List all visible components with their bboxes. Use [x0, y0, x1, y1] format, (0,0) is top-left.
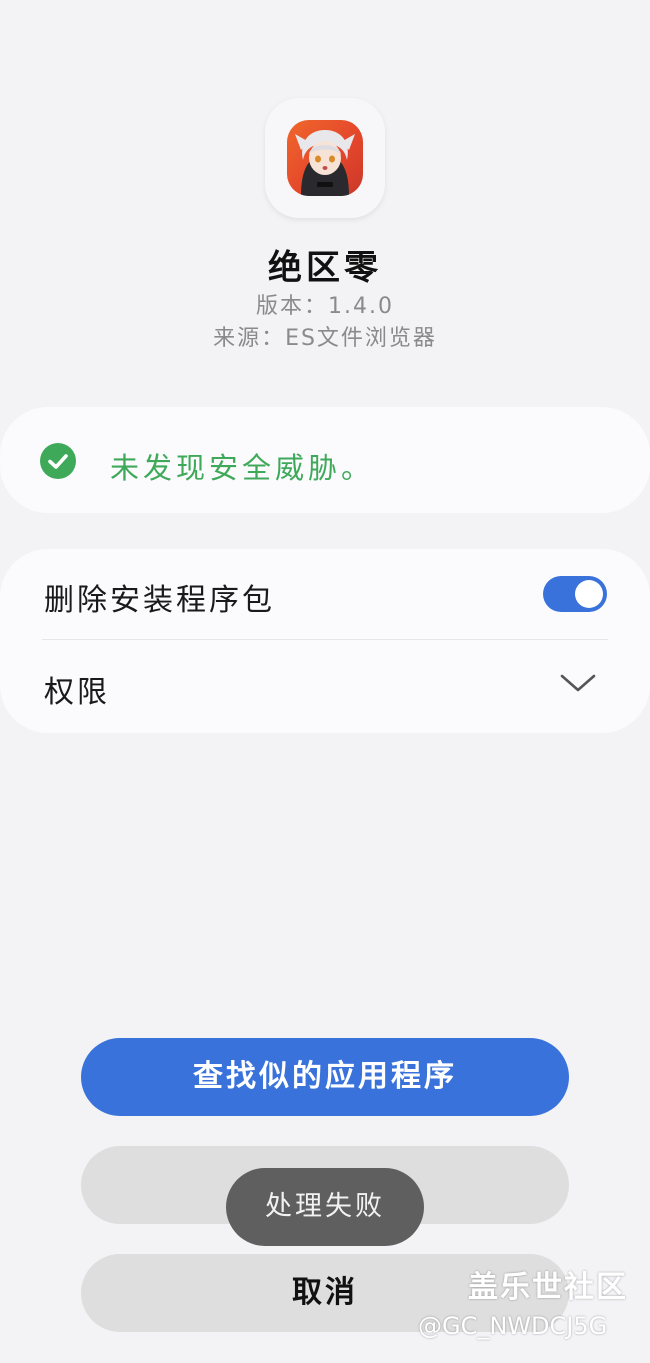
toggle-knob	[575, 580, 603, 608]
chevron-down-icon[interactable]	[560, 671, 596, 695]
app-source: 来源：ES文件浏览器	[213, 326, 437, 351]
anime-character-icon	[295, 130, 355, 196]
settings-card: 删除安装程序包 权限	[0, 549, 650, 733]
divider	[42, 639, 608, 640]
app-icon	[287, 120, 363, 196]
security-status-text: 未发现安全威胁。	[110, 451, 375, 485]
app-title: 绝区零	[268, 248, 382, 288]
security-status-card: 未发现安全威胁。	[0, 407, 650, 513]
delete-package-row[interactable]: 删除安装程序包	[0, 549, 650, 640]
error-toast: 处理失败	[226, 1168, 424, 1246]
permissions-label: 权限	[44, 675, 110, 710]
watermark-user: @GC_NWDCJ5G	[418, 1312, 608, 1340]
app-version: 版本：1.4.0	[256, 294, 394, 319]
permissions-row[interactable]: 权限	[0, 641, 650, 731]
delete-package-label: 删除安装程序包	[44, 583, 275, 618]
check-circle-icon	[40, 443, 76, 479]
find-similar-apps-button[interactable]: 查找似的应用程序	[81, 1038, 569, 1116]
watermark-title: 盖乐世社区	[468, 1270, 628, 1305]
delete-package-toggle[interactable]	[543, 576, 607, 612]
app-icon-container	[265, 98, 385, 218]
